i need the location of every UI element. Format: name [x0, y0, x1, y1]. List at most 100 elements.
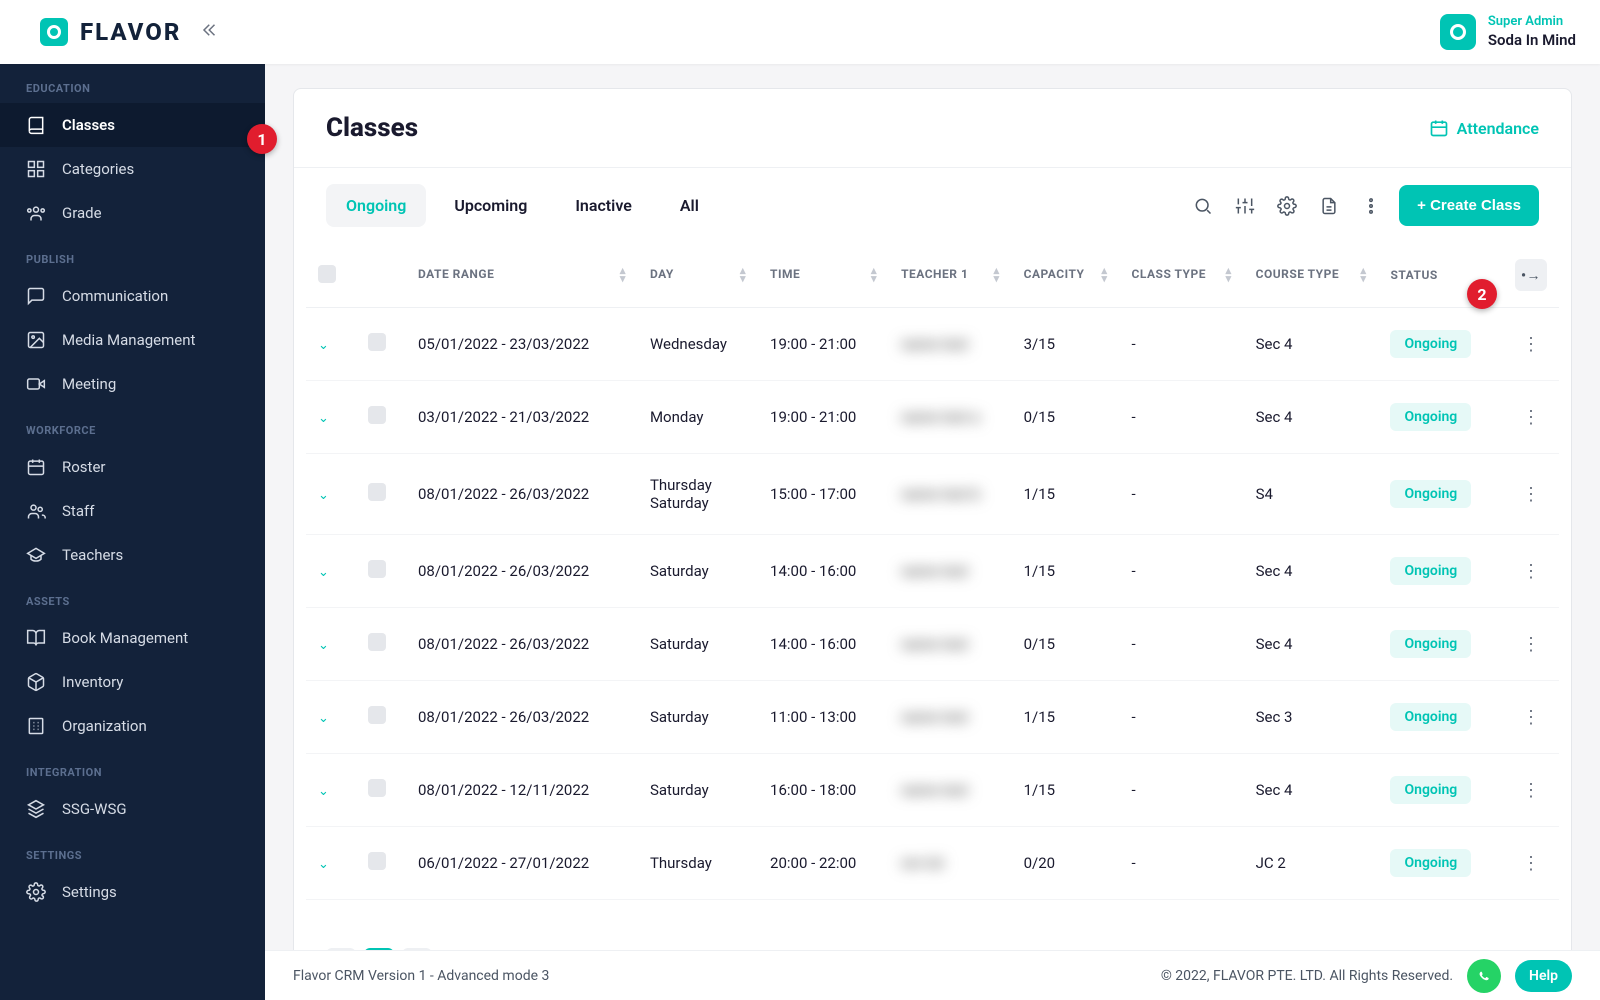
chat-icon — [26, 286, 46, 306]
avatar-icon — [1440, 14, 1476, 50]
row-checkbox[interactable] — [368, 779, 386, 797]
row-actions-icon[interactable]: ⋮ — [1503, 454, 1559, 535]
select-all-checkbox[interactable] — [318, 265, 336, 283]
sidebar-item-communication[interactable]: Communication — [0, 274, 265, 318]
expand-row-icon[interactable]: ⌄ — [318, 638, 329, 653]
attendance-link[interactable]: Attendance — [1429, 118, 1539, 138]
column-options-button[interactable]: •→ — [1515, 259, 1547, 291]
expand-row-icon[interactable]: ⌄ — [318, 565, 329, 580]
row-checkbox[interactable] — [368, 483, 386, 501]
sidebar-item-categories[interactable]: Categories — [0, 147, 265, 191]
row-checkbox[interactable] — [368, 633, 386, 651]
cell-capacity: 1/15 — [1012, 454, 1120, 535]
row-actions-icon[interactable]: ⋮ — [1503, 381, 1559, 454]
cell-capacity: 0/15 — [1012, 381, 1120, 454]
row-actions-icon[interactable]: ⋮ — [1503, 754, 1559, 827]
sidebar-item-label: Inventory — [62, 673, 123, 691]
sidebar-item-grade[interactable]: Grade — [0, 191, 265, 235]
cell-date-range: 08/01/2022 - 26/03/2022 — [406, 454, 638, 535]
cell-status: Ongoing — [1378, 454, 1503, 535]
sidebar-item-book-management[interactable]: Book Management — [0, 616, 265, 660]
tab-all[interactable]: All — [660, 184, 719, 227]
sidebar-item-label: Book Management — [62, 629, 188, 647]
expand-row-icon[interactable]: ⌄ — [318, 711, 329, 726]
more-options-icon[interactable] — [1357, 192, 1385, 220]
expand-row-icon[interactable]: ⌄ — [318, 784, 329, 799]
sidebar: EDUCATIONClassesCategoriesGradePUBLISHCo… — [0, 64, 265, 1000]
row-actions-icon[interactable]: ⋮ — [1503, 308, 1559, 381]
column-header[interactable]: DATE RANGE▴▾ — [406, 243, 638, 308]
status-tabs: OngoingUpcomingInactiveAll — [326, 184, 719, 227]
expand-row-icon[interactable]: ⌄ — [318, 857, 329, 872]
main-content: Classes Attendance OngoingUpcomingInacti… — [265, 64, 1600, 1000]
logo-text: FLAVOR — [80, 18, 181, 46]
row-checkbox[interactable] — [368, 560, 386, 578]
expand-row-icon[interactable]: ⌄ — [318, 338, 329, 353]
cell-capacity: 3/15 — [1012, 308, 1120, 381]
tab-ongoing[interactable]: Ongoing — [326, 184, 426, 227]
row-checkbox[interactable] — [368, 333, 386, 351]
column-header[interactable]: COURSE TYPE▴▾ — [1244, 243, 1379, 308]
sidebar-item-meeting[interactable]: Meeting — [0, 362, 265, 406]
cell-day: Saturday — [638, 535, 758, 608]
cell-class-type: - — [1120, 681, 1244, 754]
sidebar-group-label: WORKFORCE — [0, 406, 265, 445]
column-header[interactable]: TIME▴▾ — [758, 243, 889, 308]
collapse-sidebar-button[interactable] — [201, 21, 219, 44]
row-actions-icon[interactable]: ⋮ — [1503, 827, 1559, 900]
filter-sliders-icon[interactable] — [1231, 192, 1259, 220]
row-actions-icon[interactable]: ⋮ — [1503, 681, 1559, 754]
cell-status: Ongoing — [1378, 681, 1503, 754]
column-header[interactable]: CAPACITY▴▾ — [1012, 243, 1120, 308]
cell-day: Saturday — [638, 754, 758, 827]
sidebar-item-settings[interactable]: Settings — [0, 870, 265, 914]
sidebar-item-inventory[interactable]: Inventory — [0, 660, 265, 704]
sidebar-item-classes[interactable]: Classes — [0, 103, 265, 147]
row-checkbox[interactable] — [368, 706, 386, 724]
column-header[interactable]: CLASS TYPE▴▾ — [1120, 243, 1244, 308]
row-actions-icon[interactable]: ⋮ — [1503, 535, 1559, 608]
cell-date-range: 03/01/2022 - 21/03/2022 — [406, 381, 638, 454]
whatsapp-icon[interactable] — [1467, 959, 1501, 993]
calendar-icon — [26, 457, 46, 477]
logo-mark-icon — [40, 18, 68, 46]
account-role: Super Admin — [1488, 14, 1576, 31]
cell-class-type: - — [1120, 608, 1244, 681]
sidebar-item-teachers[interactable]: Teachers — [0, 533, 265, 577]
sidebar-item-label: Categories — [62, 160, 134, 178]
cell-teacher: name text — [889, 608, 1012, 681]
cell-class-type: - — [1120, 454, 1244, 535]
export-icon[interactable] — [1315, 192, 1343, 220]
teacher-icon — [26, 545, 46, 565]
cell-time: 15:00 - 17:00 — [758, 454, 889, 535]
tab-upcoming[interactable]: Upcoming — [434, 184, 547, 227]
search-icon[interactable] — [1189, 192, 1217, 220]
column-header[interactable]: TEACHER 1▴▾ — [889, 243, 1012, 308]
sidebar-item-ssg-wsg[interactable]: SSG-WSG — [0, 787, 265, 831]
sidebar-item-roster[interactable]: Roster — [0, 445, 265, 489]
expand-row-icon[interactable]: ⌄ — [318, 488, 329, 503]
account-menu[interactable]: Super Admin Soda In Mind — [1440, 14, 1576, 50]
sidebar-item-label: Settings — [62, 883, 117, 901]
topbar: FLAVOR Super Admin Soda In Mind — [0, 0, 1600, 64]
gear-icon[interactable] — [1273, 192, 1301, 220]
sidebar-item-staff[interactable]: Staff — [0, 489, 265, 533]
row-checkbox[interactable] — [368, 852, 386, 870]
logo[interactable]: FLAVOR — [40, 18, 181, 46]
row-actions-icon[interactable]: ⋮ — [1503, 608, 1559, 681]
create-class-button[interactable]: + Create Class — [1399, 185, 1539, 226]
sidebar-item-organization[interactable]: Organization — [0, 704, 265, 748]
book2-icon — [26, 628, 46, 648]
cell-day: Wednesday — [638, 308, 758, 381]
annotation-badge-2: 2 — [1467, 279, 1497, 309]
book-icon — [26, 115, 46, 135]
cell-course-type: JC 2 — [1244, 827, 1379, 900]
sidebar-item-media-management[interactable]: Media Management — [0, 318, 265, 362]
expand-row-icon[interactable]: ⌄ — [318, 411, 329, 426]
column-header[interactable]: DAY▴▾ — [638, 243, 758, 308]
help-button[interactable]: Help — [1515, 960, 1572, 992]
cell-status: Ongoing — [1378, 608, 1503, 681]
row-checkbox[interactable] — [368, 406, 386, 424]
cell-day: Saturday — [638, 608, 758, 681]
tab-inactive[interactable]: Inactive — [555, 184, 652, 227]
